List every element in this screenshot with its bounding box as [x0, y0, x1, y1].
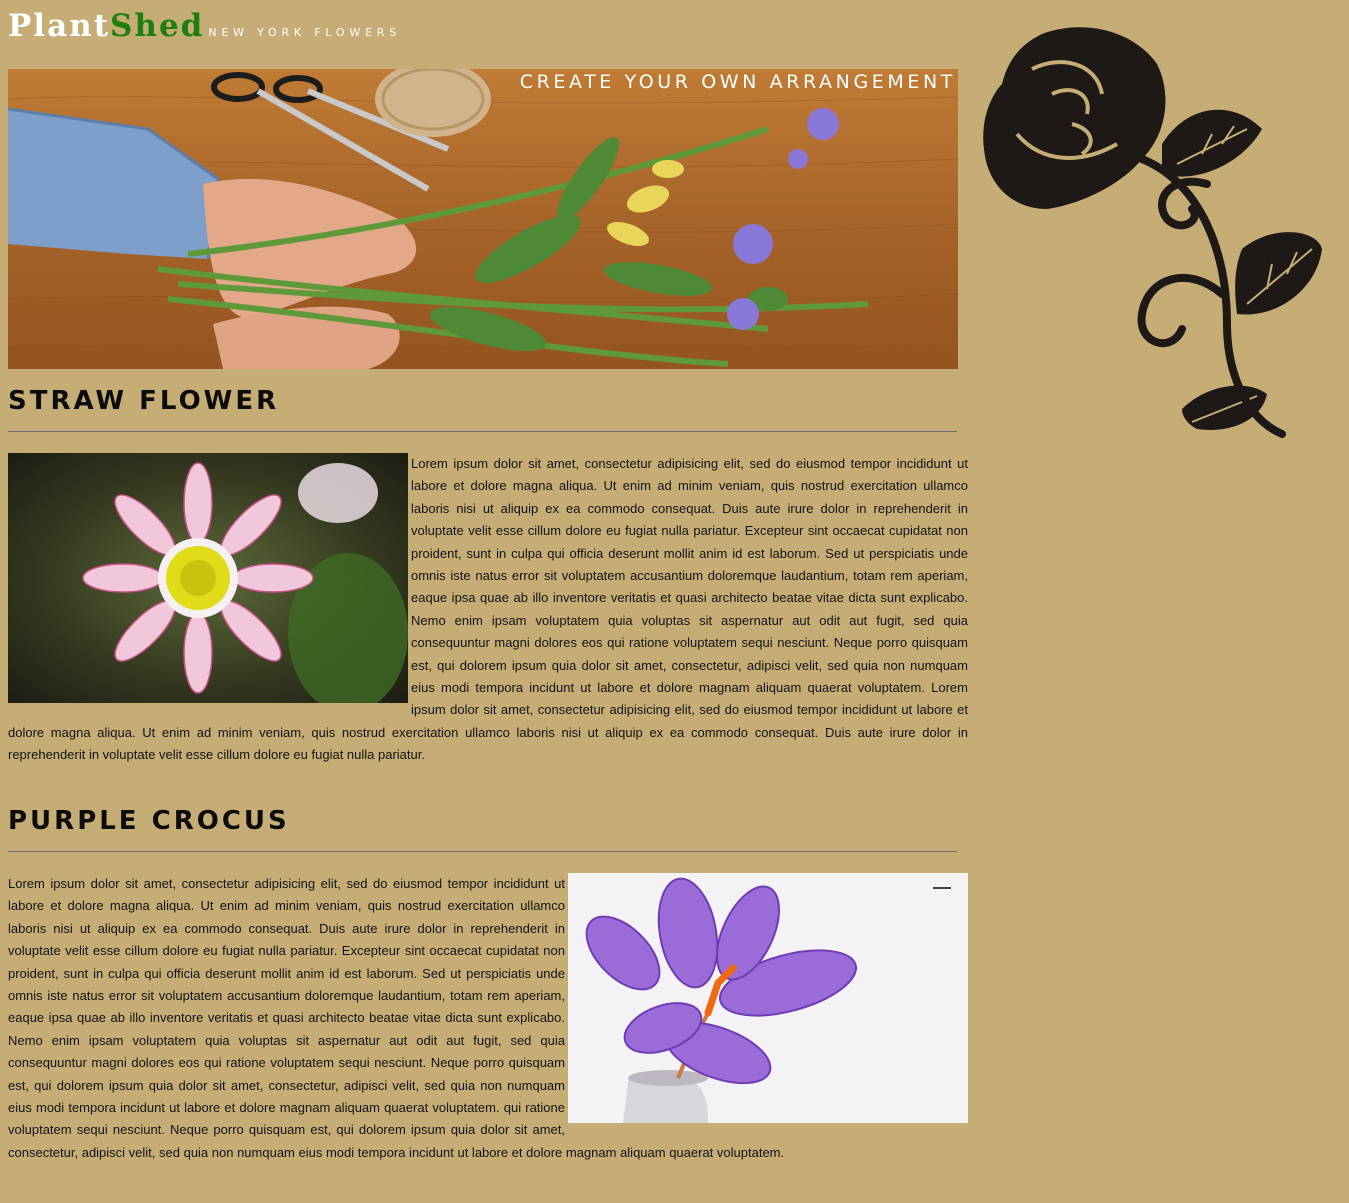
logo-shed-text[interactable]: Shed [110, 8, 204, 44]
purple-crocus-section: PURPLE CROCUS Lorem ipsum dolor sit amet… [8, 806, 968, 1164]
section-divider [8, 851, 957, 852]
hero-banner: CREATE YOUR OWN ARRANGEMENT [8, 69, 958, 369]
banner-caption: CREATE YOUR OWN ARRANGEMENT [519, 71, 956, 93]
rose-decoration-icon [983, 27, 1322, 438]
section-title: PURPLE CROCUS [8, 806, 290, 836]
section-title: STRAW FLOWER [8, 386, 280, 416]
section-divider [8, 431, 957, 432]
logo-plant-text[interactable]: Plant [8, 8, 110, 44]
straw-flower-image [8, 453, 408, 703]
banner-image [8, 69, 958, 369]
straw-flower-section: STRAW FLOWER Lorem ipsum dolor sit amet,… [8, 386, 968, 767]
tagline: NEW YORK FLOWERS [208, 26, 402, 39]
site-header: Plant Shed NEW YORK FLOWERS [8, 4, 401, 44]
purple-crocus-image [568, 873, 968, 1123]
